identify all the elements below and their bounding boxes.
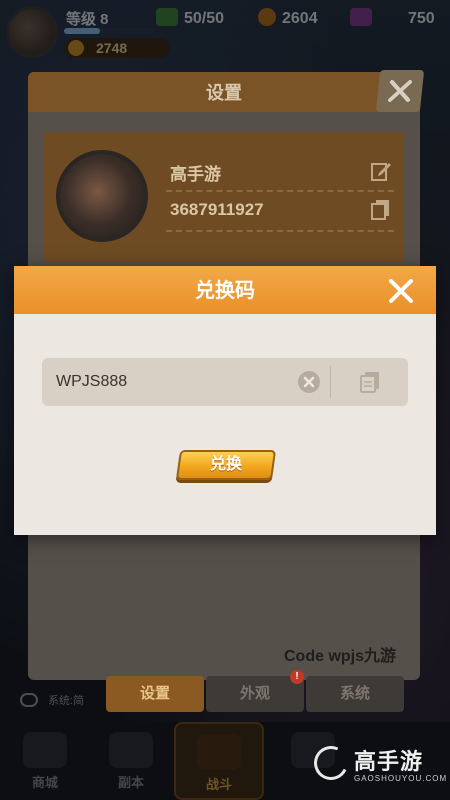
code-input-box <box>42 358 408 406</box>
tab-appearance[interactable]: 外观 <box>206 676 304 712</box>
paste-icon[interactable] <box>358 370 382 394</box>
divider <box>166 190 394 192</box>
divider <box>166 230 394 232</box>
close-icon <box>388 80 412 102</box>
redeem-button[interactable]: 兑换 <box>175 450 277 480</box>
clear-icon <box>303 376 315 388</box>
clear-input-button[interactable] <box>298 371 320 393</box>
profile-card: 高手游 3687911927 <box>44 132 404 262</box>
profile-name: 高手游 <box>170 165 221 184</box>
dialog-title: 兑换码 <box>195 280 255 302</box>
watermark: 高手游 GAOSHOUYOU.COM <box>309 741 448 792</box>
copy-icon[interactable] <box>370 198 392 220</box>
watermark-domain: GAOSHOUYOU.COM <box>354 774 448 783</box>
redeem-code-dialog: 兑换码 兑换 <box>14 266 436 535</box>
watermark-name: 高手游 <box>354 749 424 774</box>
notification-badge: ! <box>290 670 304 684</box>
tab-settings[interactable]: 设置 <box>106 676 204 712</box>
dialog-close-button[interactable] <box>386 276 416 306</box>
settings-close-button[interactable] <box>375 70 425 112</box>
settings-footer-text: Code wpjs九游 <box>284 648 397 665</box>
tab-system[interactable]: 系统 <box>306 676 404 712</box>
profile-avatar[interactable] <box>56 150 148 242</box>
divider <box>330 366 331 398</box>
edit-icon[interactable] <box>370 160 392 182</box>
watermark-logo-icon <box>309 741 353 785</box>
settings-title: 设置 <box>28 72 420 112</box>
profile-id: 3687911927 <box>170 200 264 219</box>
redeem-code-input[interactable] <box>56 358 286 406</box>
